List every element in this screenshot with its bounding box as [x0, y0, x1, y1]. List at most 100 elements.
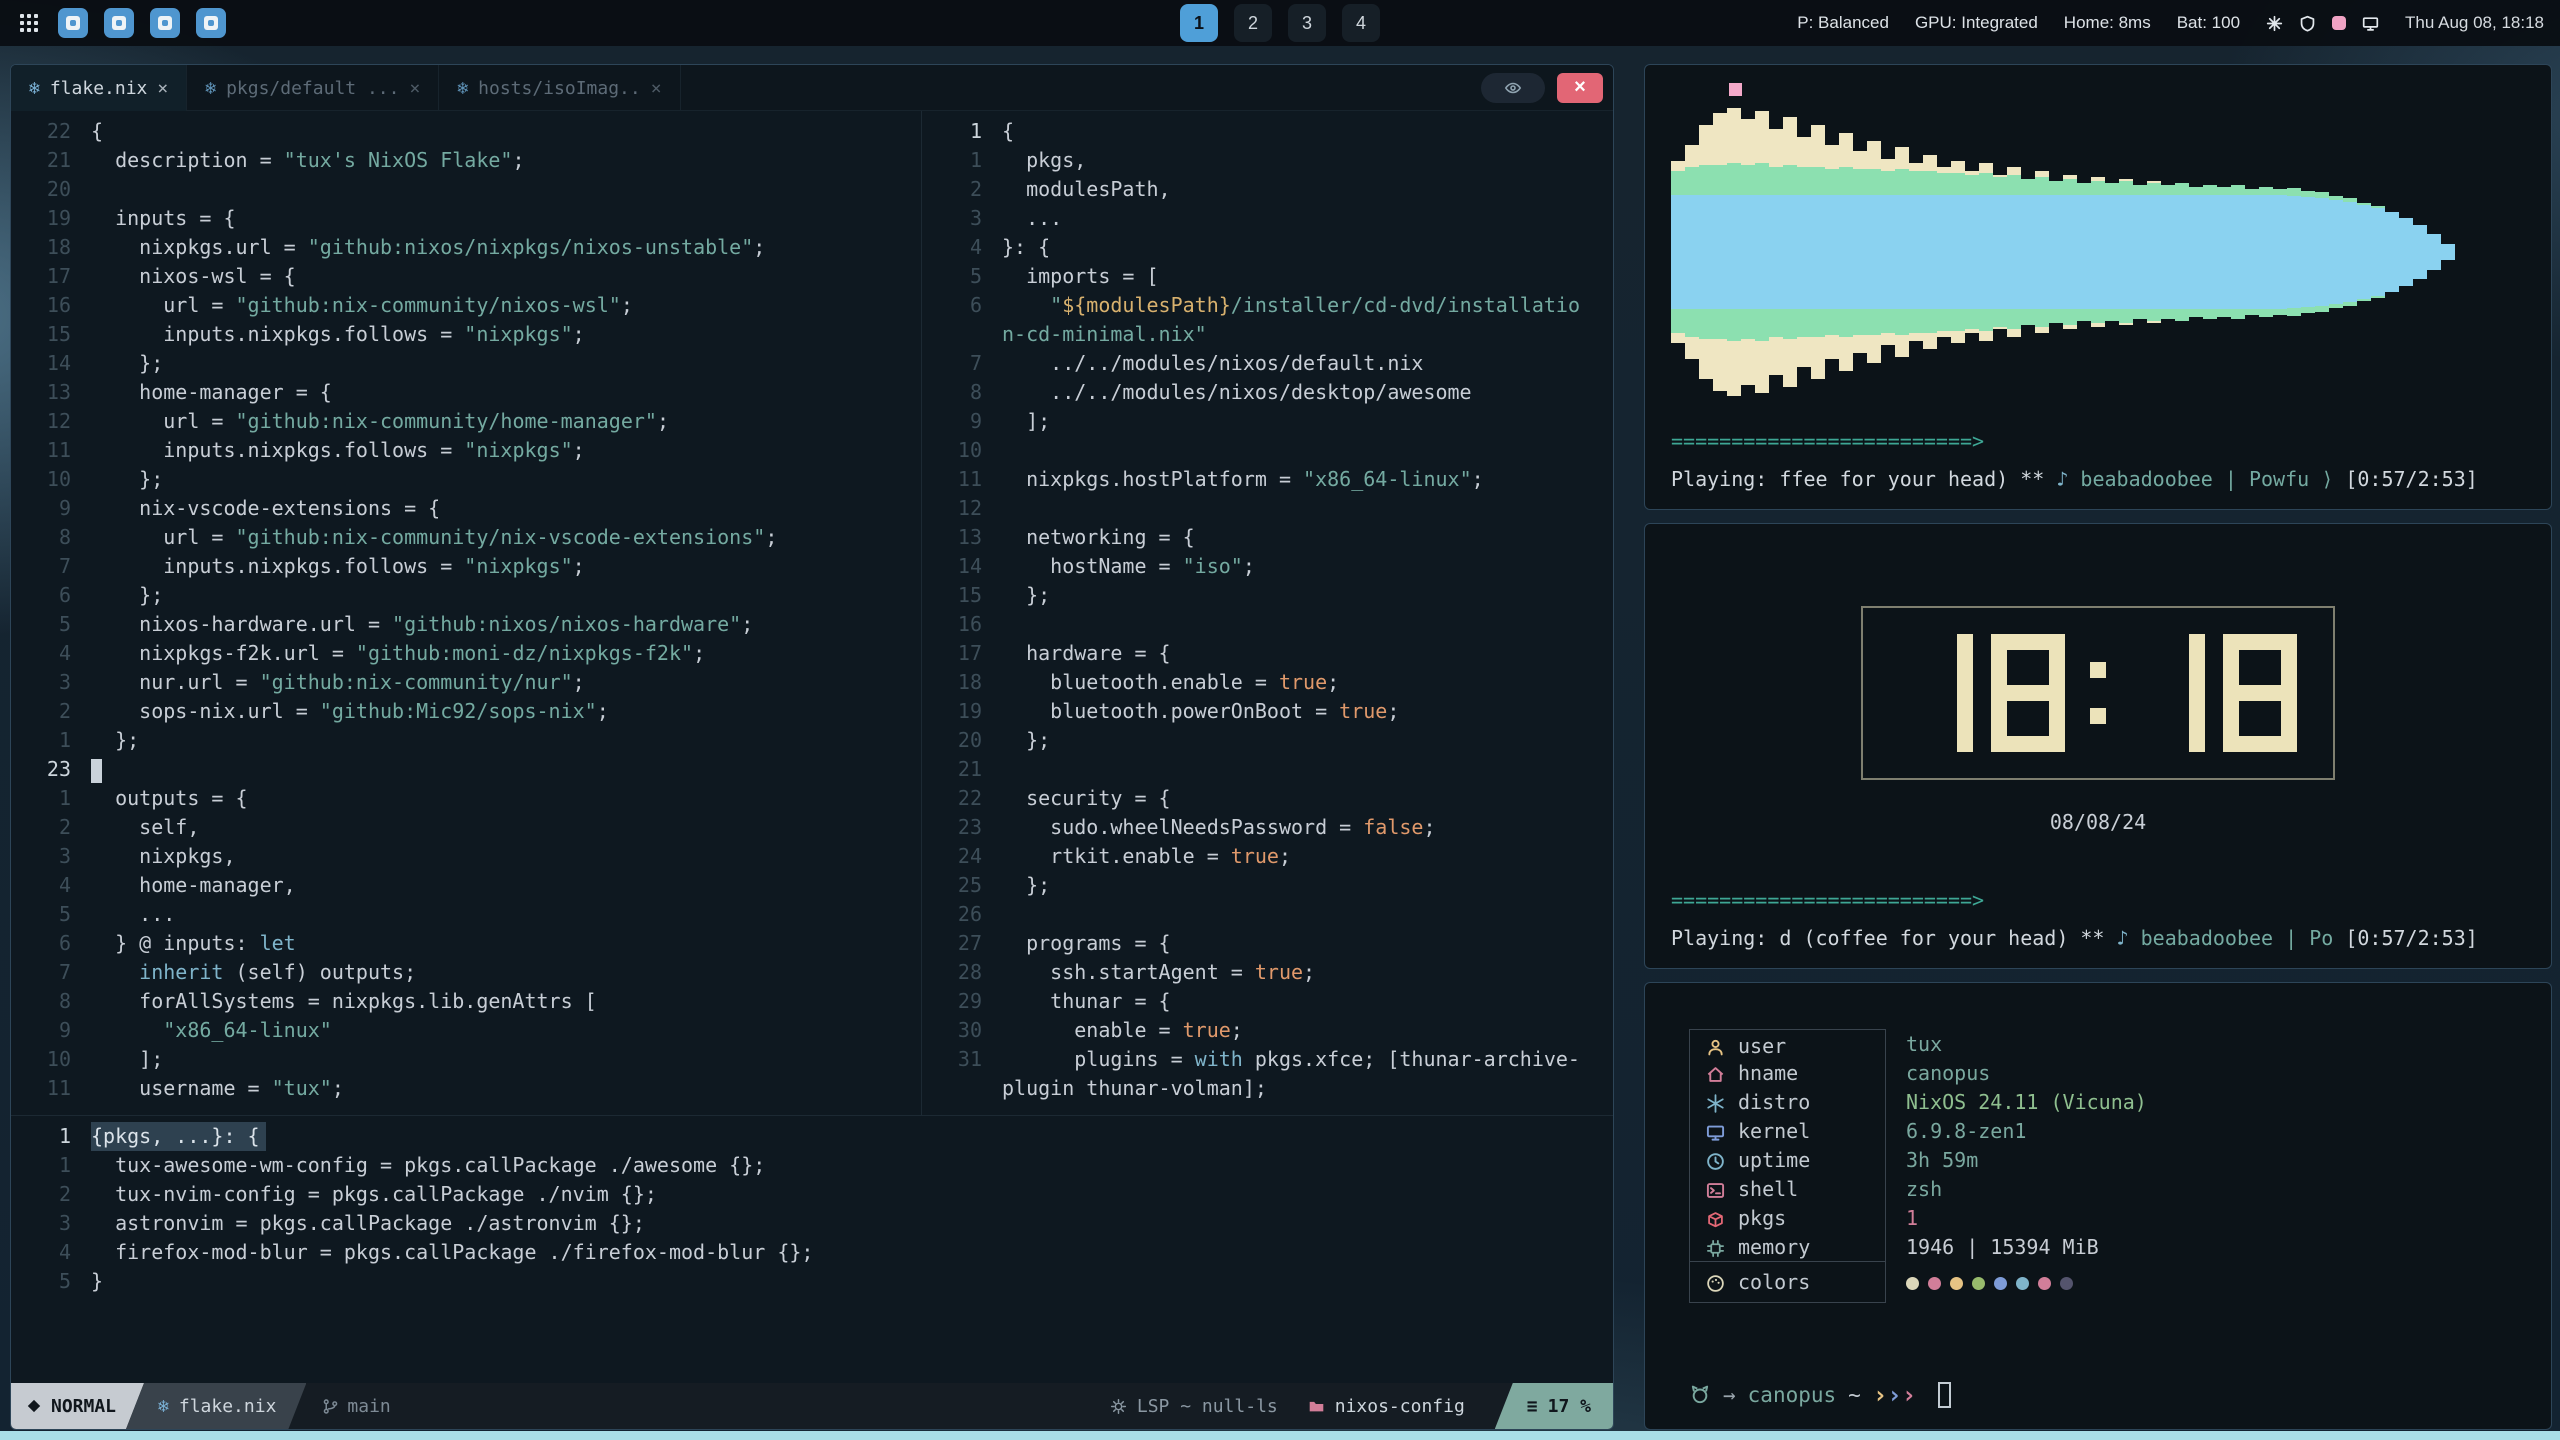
table-row: distroNixOS 24.11 (Vicuna) [1690, 1088, 2551, 1117]
bar-segment [1923, 333, 1937, 349]
digital-clock [1861, 606, 2335, 780]
bar-segment [2147, 321, 2161, 323]
bar-segment [1755, 309, 1769, 341]
bar-segment [2021, 195, 2035, 309]
info-label-cell: memory [1690, 1233, 1886, 1262]
bar-segment [1685, 309, 1699, 337]
playing-prefix: Playing: [1671, 467, 1767, 491]
bar-segment [1685, 167, 1699, 195]
tab-close-icon[interactable]: × [409, 78, 420, 99]
workspace-button[interactable] [58, 8, 88, 38]
folder-icon [1308, 1398, 1325, 1415]
bar-segment [2385, 212, 2399, 292]
project-label: nixos-config [1335, 1396, 1465, 1417]
tab-close-icon[interactable]: × [651, 78, 662, 99]
visualizer-bar [2105, 183, 2119, 321]
bar-segment [1895, 147, 1909, 169]
statusline-file: flake.nix [179, 1396, 277, 1417]
shell-prompt[interactable]: → canopus ~ ››› [1689, 1381, 2551, 1409]
bar-segment [2189, 187, 2203, 195]
buffer-tab[interactable]: ❄pkgs/default ...× [187, 65, 439, 111]
bar-segment [2007, 175, 2021, 195]
code-text: security = { [1002, 784, 1171, 813]
editor-pane-bottom[interactable]: 1{pkgs, ...}: {1 tux-awesome-wm-config =… [11, 1116, 1613, 1385]
bar-segment [2259, 187, 2273, 195]
window-close-button[interactable]: × [1557, 73, 1603, 103]
code-text: nix-vscode-extensions = { [91, 494, 440, 523]
buffer-tab-label: hosts/isoImag.. [478, 78, 641, 99]
bar-segment [1727, 163, 1741, 195]
bar-segment [2161, 185, 2175, 195]
code-line: 18 bluetooth.enable = true; [930, 668, 1613, 697]
project-segment: nixos-config [1308, 1383, 1465, 1429]
bar-segment [1965, 309, 1979, 329]
bar-segment [2063, 325, 2077, 329]
buffer-tab[interactable]: ❄hosts/isoImag..× [439, 65, 680, 111]
bar-segment [1783, 195, 1797, 309]
code-line: 25 }; [930, 871, 1613, 900]
bar-segment [2161, 195, 2175, 309]
bar-segment [1937, 309, 1951, 331]
bar-segment [1671, 171, 1685, 195]
launcher-icon[interactable] [16, 10, 42, 36]
bar-segment [2077, 183, 2091, 195]
info-label: user [1738, 1034, 1786, 1058]
topbar-clock[interactable]: Thu Aug 08, 18:18 [2405, 13, 2544, 33]
bar-segment [2217, 195, 2231, 309]
code-line: 10 [930, 436, 1613, 465]
shield-icon[interactable] [2299, 15, 2316, 32]
song-title: d (coffee for your head) ** [1767, 926, 2116, 950]
bar-segment [1727, 195, 1741, 309]
visualizer-bar [2315, 192, 2329, 312]
editor-pane-right[interactable]: 1{1 pkgs,2 modulesPath,3 ...4}: {5 impor… [922, 111, 1613, 1115]
clock-icon [1706, 1152, 1738, 1171]
visualizer-bar [1825, 145, 1839, 359]
bar-segment [2007, 167, 2021, 175]
visualizer-bar [2217, 187, 2231, 317]
workspace-button[interactable] [196, 8, 226, 38]
bar-segment [1881, 195, 1895, 309]
visualizer-bar [2189, 187, 2203, 317]
table-row: kernel6.9.8-zen1 [1690, 1117, 2551, 1146]
bar-segment [2231, 185, 2245, 195]
status-item: Home: 8ms [2064, 13, 2151, 33]
visualizer-bar [1699, 125, 1713, 379]
screen-tab-4[interactable]: 4 [1342, 4, 1380, 42]
code-line: 2 self, [19, 813, 921, 842]
screen-tab-1[interactable]: 1 [1180, 4, 1218, 42]
code-line: 23 [19, 755, 921, 784]
color-swatch-icon[interactable] [2332, 16, 2346, 30]
line-number: 5 [19, 1267, 91, 1296]
bar-segment [1979, 331, 1993, 341]
code-text: }; [1002, 871, 1050, 900]
bar-segment [1741, 339, 1755, 385]
desktop: 1234 P: BalancedGPU: IntegratedHome: 8ms… [0, 0, 2560, 1440]
tab-close-icon[interactable]: × [157, 78, 168, 99]
file-segment: ❄ flake.nix [126, 1383, 306, 1429]
code-text: sudo.wheelNeedsPassword = false; [1002, 813, 1436, 842]
code-text: enable = true; [1002, 1016, 1243, 1045]
visualizer-bar [2399, 218, 2413, 286]
fan-icon[interactable] [2266, 15, 2283, 32]
editor-pane-left[interactable]: 22{21 description = "tux's NixOS Flake";… [11, 111, 921, 1115]
visualizer-bar [2091, 177, 2105, 327]
status-item: Bat: 100 [2177, 13, 2240, 33]
code-text: }; [91, 581, 163, 610]
visualizer-bar [1993, 175, 2007, 329]
workspace-icon [112, 16, 126, 30]
info-value: 6.9.8-zen1 [1886, 1117, 2551, 1146]
workspace-button[interactable] [104, 8, 134, 38]
code-line: 13 networking = { [930, 523, 1613, 552]
screen-tab-3[interactable]: 3 [1288, 4, 1326, 42]
workspace-button[interactable] [150, 8, 180, 38]
now-playing-line: Playing: ffee for your head) ** ♪ beabad… [1671, 467, 2478, 491]
screen-tab-2[interactable]: 2 [1234, 4, 1272, 42]
bar-segment [1923, 309, 1937, 333]
titlebar-eye-toggle[interactable] [1481, 73, 1545, 103]
display-icon[interactable] [2362, 15, 2379, 32]
bar-segment [2287, 188, 2301, 196]
buffer-tab[interactable]: ❄flake.nix× [11, 65, 187, 111]
clock-digit [2223, 634, 2297, 752]
line-number: 23 [930, 813, 1002, 842]
code-line: 5} [19, 1267, 1613, 1296]
